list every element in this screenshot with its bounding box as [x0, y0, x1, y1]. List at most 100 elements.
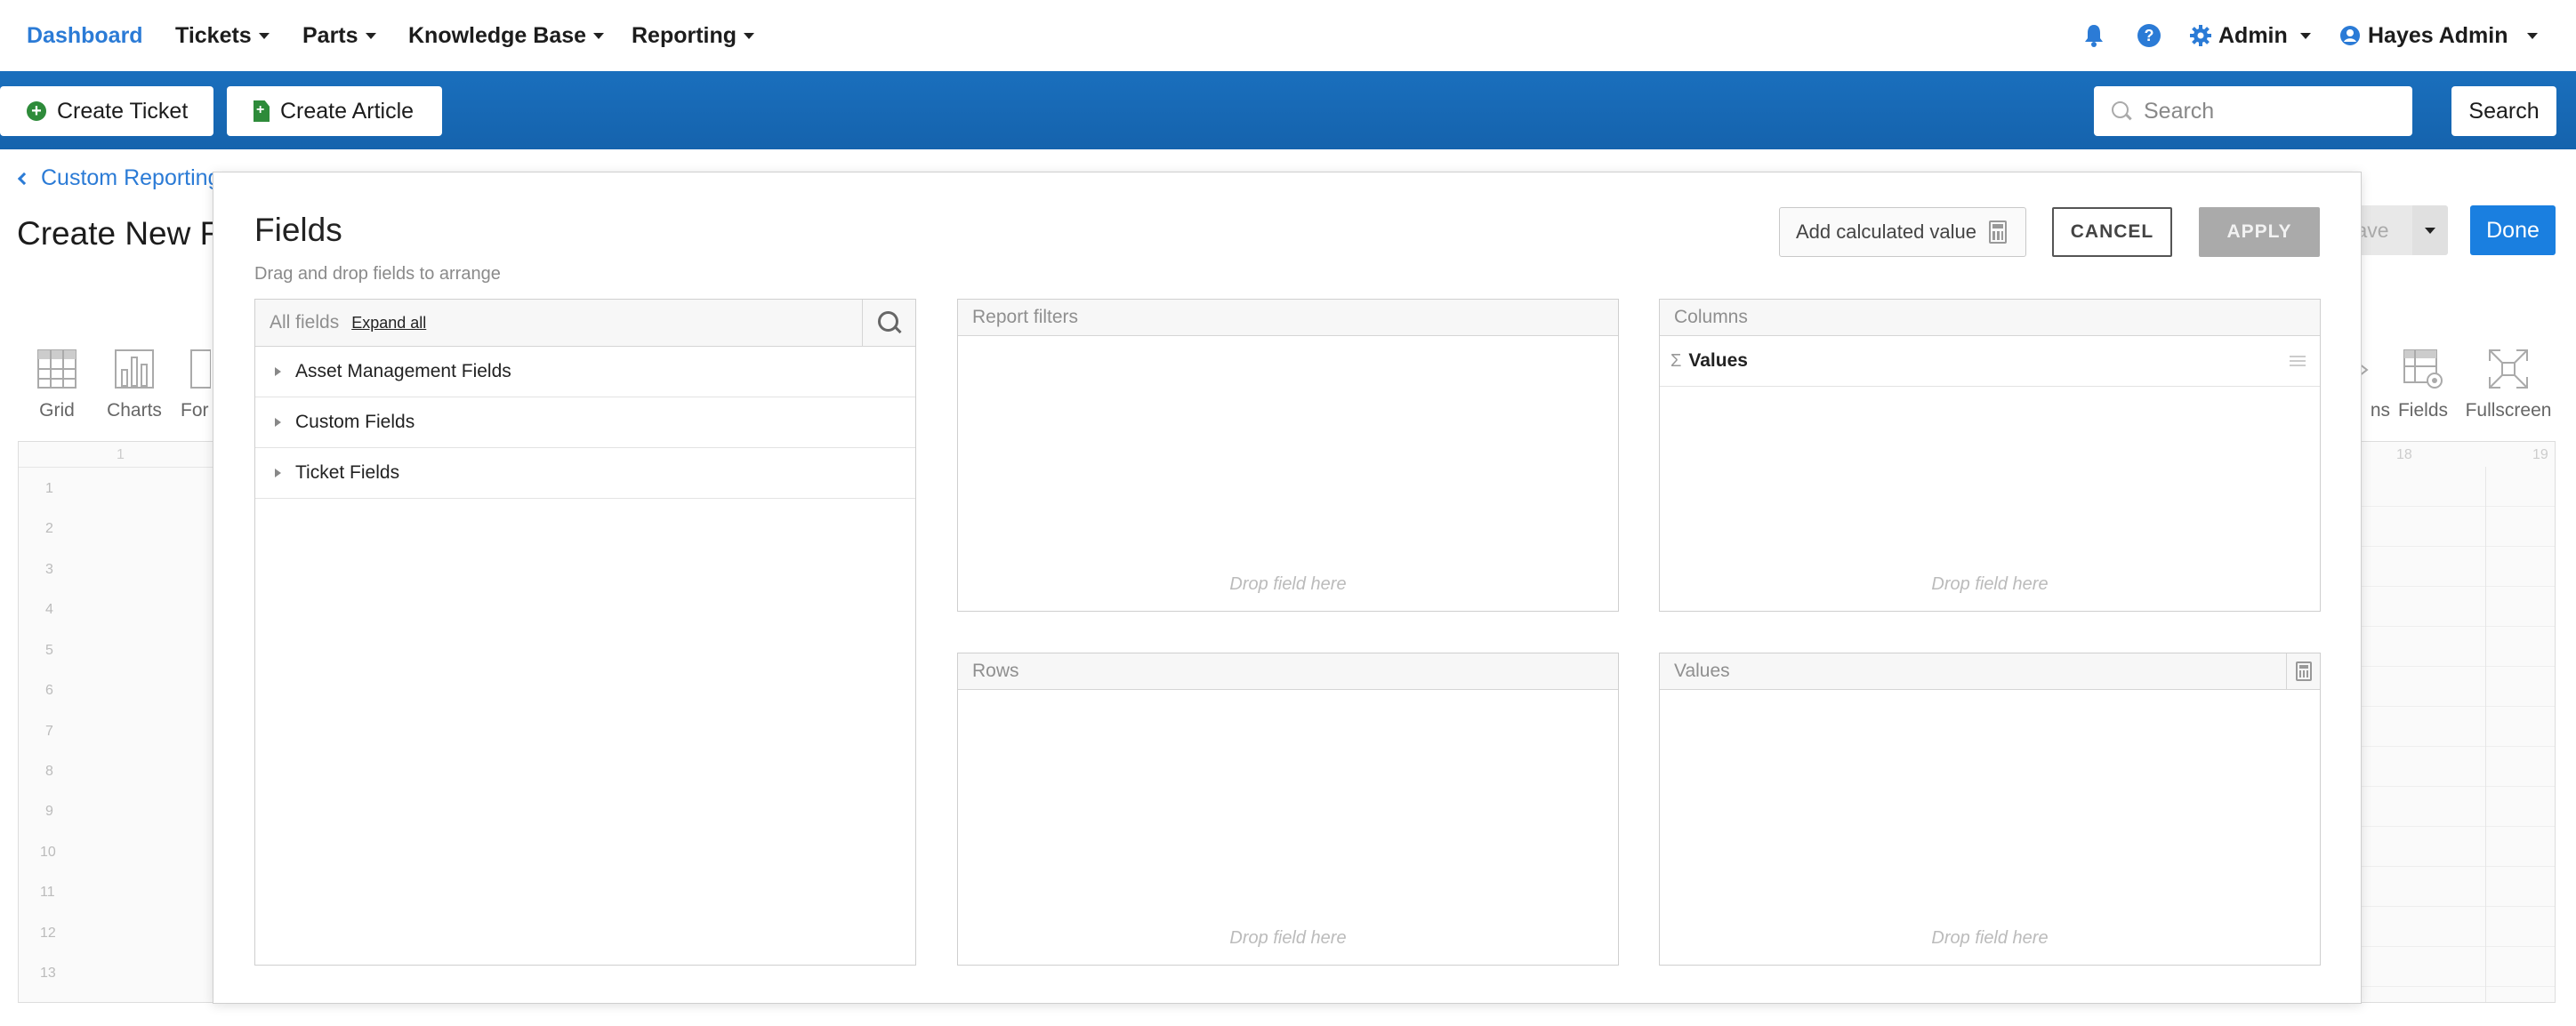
grid-row-number: 5	[45, 643, 53, 658]
toolbar-charts-label: Charts	[107, 400, 162, 421]
columns-title: Columns	[1660, 300, 2320, 336]
drop-hint: Drop field here	[1229, 928, 1347, 948]
field-group-custom[interactable]: Custom Fields	[255, 397, 915, 448]
grid-row-number: 3	[45, 562, 53, 577]
nav-dashboard-link[interactable]: Dashboard	[27, 0, 143, 71]
toolbar-fields[interactable]: Fields	[2387, 349, 2459, 421]
toolbar-options[interactable]: ns	[2362, 349, 2390, 421]
chevron-down-icon	[2299, 32, 2311, 39]
breadcrumb[interactable]: Custom Reporting	[17, 165, 221, 191]
breadcrumb-label: Custom Reporting	[41, 165, 221, 190]
modal-title: Fields	[254, 212, 342, 248]
grid-row-number: 1	[45, 481, 53, 496]
all-fields-panel: All fields Expand all Asset Management F…	[254, 299, 916, 966]
global-search-input[interactable]	[2144, 98, 2393, 124]
grid-row-number: 9	[45, 804, 53, 819]
all-fields-title: All fields	[270, 312, 340, 333]
nav-parts-label: Parts	[302, 22, 358, 48]
grid-row-number: 4	[45, 602, 53, 617]
field-group-label: Asset Management Fields	[295, 361, 511, 381]
create-article-button[interactable]: Create Article	[227, 86, 442, 136]
report-filters-title: Report filters	[958, 300, 1618, 336]
report-filters-dropzone[interactable]: Report filters Drop field here	[957, 299, 1619, 612]
toolbar-fullscreen[interactable]: Fullscreen	[2455, 349, 2562, 421]
create-article-label: Create Article	[280, 98, 415, 124]
drag-handle-icon[interactable]	[2290, 356, 2306, 366]
values-dropzone[interactable]: Values Drop field here	[1659, 653, 2321, 966]
user-menu[interactable]: Hayes Admin	[2339, 0, 2539, 71]
field-search-button[interactable]	[862, 300, 915, 346]
fullscreen-icon	[2489, 349, 2528, 389]
chevron-down-icon	[365, 32, 376, 39]
document-plus-icon	[254, 100, 270, 122]
chevron-down-icon	[2425, 227, 2435, 234]
expand-arrow-icon	[275, 367, 281, 376]
grid-row-number: 6	[45, 683, 53, 698]
chevron-down-icon	[2527, 32, 2539, 39]
rows-dropzone[interactable]: Rows Drop field here	[957, 653, 1619, 966]
sigma-icon: Σ	[1670, 350, 1682, 371]
grid-row-number: 13	[40, 966, 56, 981]
grid-row-number: 2	[45, 521, 53, 536]
cancel-button[interactable]: CANCEL	[2052, 207, 2172, 257]
save-dropdown-toggle[interactable]	[2412, 205, 2448, 255]
gear-icon	[2190, 25, 2211, 46]
top-navigation: Dashboard Tickets Parts Knowledge Base R…	[0, 0, 2576, 71]
page-title: Create New R	[17, 215, 224, 252]
add-calculated-value-label: Add calculated value	[1796, 220, 1977, 243]
nav-parts-menu[interactable]: Parts	[302, 0, 376, 71]
drop-hint: Drop field here	[1229, 574, 1347, 594]
column-field-values[interactable]: Σ Values	[1660, 336, 2320, 387]
grid-column-header: 18	[2396, 447, 2412, 462]
question-icon[interactable]: ?	[2137, 24, 2161, 47]
chart-icon	[115, 349, 154, 389]
field-group-ticket[interactable]: Ticket Fields	[255, 448, 915, 499]
admin-menu[interactable]: Admin	[2190, 0, 2311, 71]
grid-body-visible	[2358, 467, 2555, 1002]
create-ticket-button[interactable]: + Create Ticket	[0, 86, 213, 136]
nav-tickets-menu[interactable]: Tickets	[175, 0, 270, 71]
nav-reporting-menu[interactable]: Reporting	[632, 0, 755, 71]
grid-col-divider	[2485, 467, 2486, 1002]
values-title: Values	[1674, 661, 1730, 681]
toolbar-grid[interactable]: Grid	[21, 349, 93, 421]
apply-button[interactable]: APPLY	[2199, 207, 2320, 257]
done-button[interactable]: Done	[2470, 205, 2556, 255]
grid-row-number: 11	[40, 885, 55, 900]
grid-row-number: 8	[45, 764, 53, 779]
grid-icon	[37, 349, 76, 389]
bell-icon[interactable]	[2083, 23, 2105, 48]
all-fields-header: All fields Expand all	[255, 300, 915, 347]
search-button[interactable]: Search	[2451, 86, 2556, 136]
toolbar-charts[interactable]: Charts	[99, 349, 170, 421]
nav-knowledge-base-menu[interactable]: Knowledge Base	[408, 0, 605, 71]
expand-arrow-icon	[275, 469, 281, 477]
toolbar-format-label: For	[181, 400, 209, 421]
drop-hint: Drop field here	[1931, 928, 2049, 948]
expand-all-link[interactable]: Expand all	[351, 314, 426, 333]
admin-menu-label: Admin	[2218, 22, 2288, 48]
grid-row-number: 10	[40, 845, 56, 860]
fields-icon	[2403, 349, 2443, 389]
toolbar-format[interactable]: For	[170, 349, 213, 421]
create-ticket-label: Create Ticket	[57, 98, 189, 124]
columns-dropzone[interactable]: Columns Σ Values Drop field here	[1659, 299, 2321, 612]
user-menu-label: Hayes Admin	[2368, 22, 2508, 48]
grid-row-number: 12	[40, 926, 56, 941]
grid-column-header: 19	[2532, 447, 2548, 462]
chevron-down-icon	[258, 32, 270, 39]
options-icon	[2362, 365, 2369, 375]
values-header: Values	[1660, 653, 2320, 690]
global-search-box	[2094, 86, 2412, 136]
expand-arrow-icon	[275, 418, 281, 427]
values-calculator-button[interactable]	[2286, 653, 2320, 689]
field-group-asset-management[interactable]: Asset Management Fields	[255, 347, 915, 397]
add-calculated-value-button[interactable]: Add calculated value	[1779, 207, 2026, 257]
user-avatar-icon	[2340, 26, 2360, 45]
modal-subtitle: Drag and drop fields to arrange	[254, 264, 501, 284]
column-field-label: Values	[1688, 350, 1748, 371]
nav-reporting-label: Reporting	[632, 22, 737, 48]
calculator-icon	[2295, 661, 2312, 681]
field-group-label: Custom Fields	[295, 412, 415, 432]
toolbar-fullscreen-label: Fullscreen	[2465, 400, 2552, 421]
